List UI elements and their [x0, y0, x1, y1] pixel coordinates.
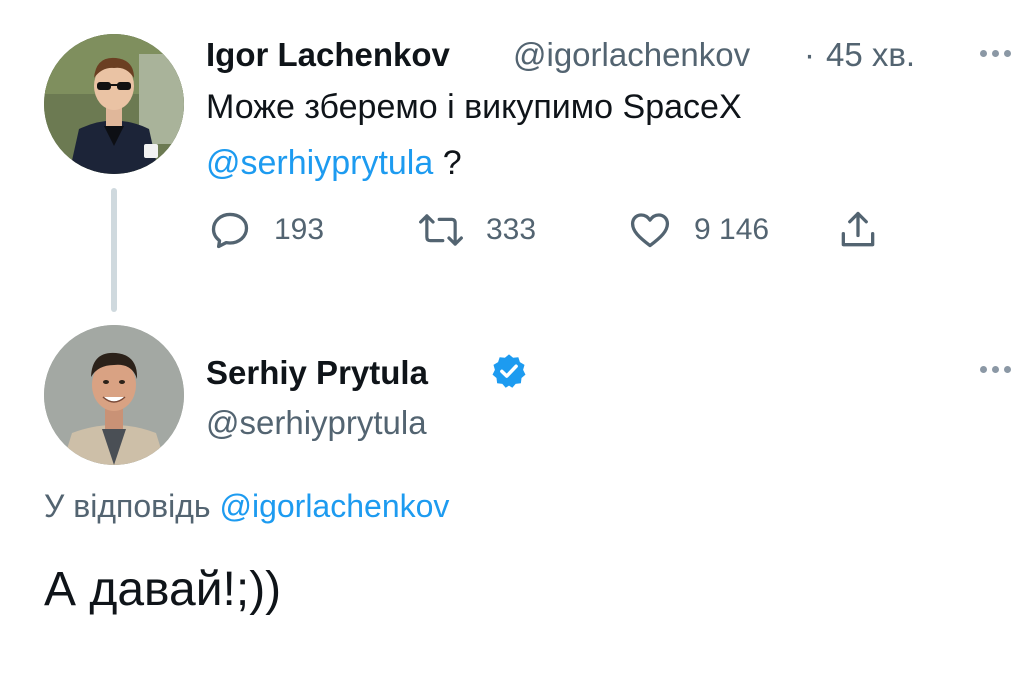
verified-badge-icon: [492, 354, 526, 388]
tweet1-text-line1: Може зберемо і викупимо SpaceX: [206, 88, 742, 126]
tweet1-author-name[interactable]: Igor Lachenkov: [206, 36, 450, 74]
tweet1-separator: ·: [804, 36, 815, 73]
more-dot: [992, 50, 999, 57]
more-dot: [1004, 50, 1011, 57]
avatar-serhiy-prytula[interactable]: [44, 325, 184, 465]
retweet-count: 333: [486, 213, 537, 246]
tweet2-author-name[interactable]: Serhiy Prytula: [206, 354, 428, 392]
retweet-button[interactable]: 333: [418, 208, 536, 252]
reply-to-handle-link[interactable]: @igorlachenkov: [219, 488, 449, 524]
tweet1-author-handle[interactable]: @igorlachenkov: [513, 36, 750, 74]
tweet1-more-icon[interactable]: [980, 50, 1011, 57]
more-dot: [980, 366, 987, 373]
reply-count: 193: [274, 213, 325, 246]
tweet1-text-suffix: ?: [433, 144, 462, 182]
tweet2-author-handle[interactable]: @serhiyprytula: [206, 404, 427, 442]
reply-prefix: У відповідь: [44, 488, 220, 524]
like-icon: [630, 213, 670, 248]
tweet1-text-line2: @serhiyprytula ?: [206, 144, 462, 183]
more-dot: [980, 50, 987, 57]
more-dot: [1004, 366, 1011, 373]
avatar-photo: [44, 34, 184, 174]
more-dot: [992, 366, 999, 373]
reply-icon: [211, 212, 249, 249]
like-count: 9 146: [694, 213, 770, 246]
share-button[interactable]: [836, 208, 880, 252]
thread-connector-line: [111, 188, 117, 312]
retweet-icon: [419, 214, 463, 246]
reply-button[interactable]: 193: [208, 208, 324, 252]
like-button[interactable]: 9 146: [628, 208, 769, 252]
tweet1-timestamp[interactable]: 45 хв.: [826, 36, 915, 74]
share-icon: [841, 211, 875, 247]
tweet2-text: А давай!;)): [44, 563, 282, 616]
reply-context: У відповідь @igorlachenkov: [44, 488, 449, 525]
tweet1-mention-link[interactable]: @serhiyprytula: [206, 144, 433, 182]
avatar-photo: [44, 325, 184, 465]
tweet2-more-icon[interactable]: [980, 366, 1011, 373]
avatar-igor-lachenkov[interactable]: [44, 34, 184, 174]
